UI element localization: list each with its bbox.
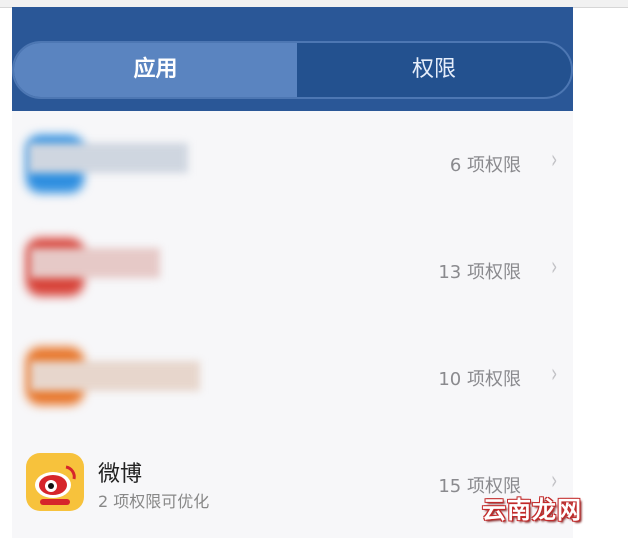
app-subtitle: 2 项权限可优化	[98, 492, 210, 511]
tab-permissions[interactable]: 权限	[297, 43, 571, 97]
weibo-icon	[26, 453, 84, 511]
permission-count: 6 项权限	[449, 155, 521, 176]
tab-apps[interactable]: 应用	[14, 43, 297, 97]
list-item[interactable]: 10 项权限 ›	[12, 321, 573, 429]
segmented-tabs: 应用 权限	[12, 41, 573, 99]
blurred-app-name	[30, 248, 160, 278]
chevron-right-icon: ›	[550, 359, 557, 389]
blurred-app-name	[30, 361, 200, 391]
blurred-app-name	[28, 143, 188, 173]
list-item[interactable]: 13 项权限 ›	[12, 216, 573, 322]
chevron-right-icon: ›	[550, 145, 557, 175]
watermark: 云南龙网	[482, 496, 582, 524]
permission-manager-screen: 应用 权限 6 项权限 › 13 项权限 › 10 项权限 › 微博 2 项权限…	[12, 7, 573, 538]
weibo-logo-icon	[35, 465, 76, 505]
header-bar: 应用 权限	[12, 7, 573, 111]
chevron-right-icon: ›	[550, 252, 557, 282]
permission-count: 13 项权限	[438, 262, 521, 283]
list-item[interactable]: 6 项权限 ›	[12, 111, 573, 217]
app-name: 微博	[98, 462, 143, 487]
permission-count: 10 项权限	[438, 369, 521, 390]
